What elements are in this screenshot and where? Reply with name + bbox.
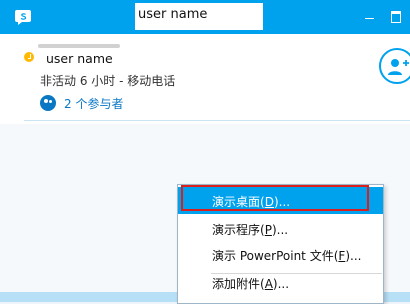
- menu-item-ellipsis: ...: [278, 195, 291, 209]
- maximize-button[interactable]: [382, 0, 410, 34]
- menu-item-present-powerpoint[interactable]: 演示 PowerPoint 文件(F)...: [178, 241, 383, 268]
- menu-item-label: 演示程序(P)...: [212, 223, 289, 237]
- menu-item-label: 添加附件(A)...: [212, 277, 290, 291]
- menu-item-label: 演示桌面(D)...: [212, 195, 291, 209]
- menu-item-mnemonic: A: [264, 277, 273, 291]
- menu-item-label: 演示 PowerPoint 文件(F)...: [212, 249, 362, 263]
- add-person-icon: [388, 59, 409, 75]
- menu-item-text: 演示桌面: [212, 195, 261, 209]
- skype-icon: [15, 10, 31, 25]
- contact-name: user name: [36, 49, 192, 69]
- participants-link[interactable]: 2 个参与者: [40, 94, 123, 112]
- menu-item-text: 添加附件: [212, 277, 261, 291]
- menu-item-text: 演示 PowerPoint 文件: [212, 249, 334, 263]
- menu-item-mnemonic: P: [264, 223, 272, 237]
- menu-item-add-attachment[interactable]: 添加附件(A)...: [178, 269, 383, 296]
- away-status-icon: [24, 52, 34, 62]
- menu-item-ellipsis: ...: [276, 223, 289, 237]
- header-divider: [24, 120, 410, 121]
- title-bar: user name: [0, 0, 410, 34]
- participants-label: 2 个参与者: [64, 96, 124, 111]
- add-person-button[interactable]: [379, 48, 410, 84]
- menu-item-ellipsis: ...: [350, 249, 362, 263]
- contact-name-text: user name: [46, 51, 113, 66]
- menu-item-present-program[interactable]: 演示程序(P)...: [178, 215, 383, 242]
- menu-item-ellipsis: ...: [277, 277, 290, 291]
- minimize-icon: [364, 17, 374, 19]
- window-title: user name: [135, 3, 263, 30]
- menu-item-mnemonic: F: [338, 249, 346, 263]
- conversation-header: 1 user name 非活动 6 小时 - 移动电话 2 个参与者: [0, 34, 410, 124]
- share-menu: 演示桌面(D)... 演示程序(P)... 演示 PowerPoint 文件(F…: [177, 184, 384, 304]
- window-title-text: user name: [138, 7, 208, 22]
- contact-status: 非活动 6 小时 - 移动电话: [40, 74, 176, 88]
- people-icon: [40, 95, 56, 111]
- menu-item-text: 演示程序: [212, 223, 261, 237]
- minimize-button[interactable]: [355, 0, 383, 34]
- menu-item-mnemonic: D: [264, 195, 274, 209]
- obscured-text: [38, 44, 120, 48]
- menu-item-present-desktop[interactable]: 演示桌面(D)...: [178, 187, 383, 214]
- maximize-icon: [391, 11, 401, 23]
